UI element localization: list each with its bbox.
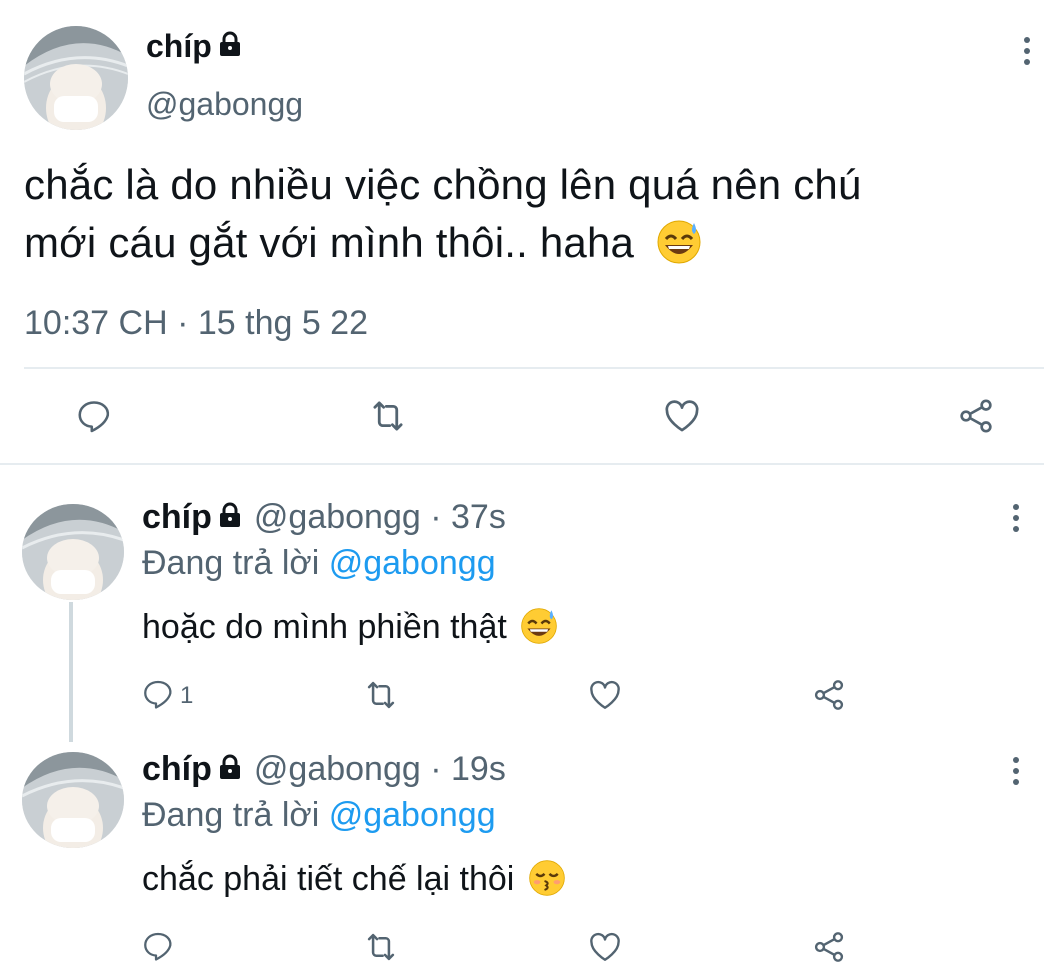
retweet-icon — [373, 401, 403, 431]
like-button[interactable] — [586, 676, 624, 714]
lock-icon — [219, 31, 240, 56]
display-name[interactable]: chíp — [146, 28, 212, 64]
replying-prefix: Đang trả lời — [142, 544, 320, 582]
more-options-icon[interactable] — [1024, 37, 1032, 70]
more-options-icon[interactable] — [1013, 504, 1021, 537]
retweet-button[interactable] — [366, 394, 410, 438]
share-button[interactable] — [810, 676, 848, 714]
display-name[interactable]: chíp — [142, 750, 212, 788]
retweet-icon — [367, 681, 395, 709]
like-button[interactable] — [586, 928, 624, 966]
handle[interactable]: @gabongg — [254, 750, 421, 788]
replying-to-link[interactable]: @gabongg — [329, 544, 496, 582]
avatar[interactable] — [24, 26, 128, 130]
reply-header: chíp @gabongg · 19s — [142, 749, 506, 789]
tweet-text-line-2: mới cáu gắt với mình thôi.. haha — [24, 214, 1039, 272]
reply-button[interactable] — [140, 676, 176, 712]
retweet-icon — [367, 933, 395, 961]
share-button[interactable] — [954, 394, 998, 438]
sweat-smile-emoji — [521, 608, 558, 644]
reply-time[interactable]: · 19s — [430, 750, 506, 788]
retweet-button[interactable] — [362, 928, 400, 966]
divider — [24, 367, 1044, 369]
reply-header: chíp @gabongg · 37s — [142, 497, 506, 537]
tweet-text: chắc là do nhiều việc chồng lên quá nên … — [24, 156, 1039, 272]
heart-icon — [590, 680, 620, 709]
thread-line — [69, 602, 73, 742]
like-button[interactable] — [660, 394, 704, 438]
reply-button[interactable] — [72, 394, 116, 438]
reply-text: hoặc do mình phiền thật — [142, 606, 558, 648]
heart-icon — [665, 400, 699, 432]
reply-button[interactable] — [140, 928, 176, 964]
reply-count: 1 — [180, 682, 194, 709]
lock-icon — [219, 754, 240, 779]
reply-time[interactable]: · 37s — [430, 498, 506, 536]
handle[interactable]: @gabongg — [254, 498, 421, 536]
retweet-button[interactable] — [362, 676, 400, 714]
replying-to-link[interactable]: @gabongg — [329, 796, 496, 834]
divider — [0, 463, 1044, 465]
heart-icon — [590, 932, 620, 961]
kissing-closed-eyes-emoji — [529, 860, 565, 896]
tweet-timestamp[interactable]: 10:37 CH · 15 thg 5 22 — [24, 303, 368, 343]
reply-text: chắc phải tiết chế lại thôi — [142, 858, 566, 900]
more-options-icon[interactable] — [1013, 757, 1021, 790]
replying-prefix: Đang trả lời — [142, 796, 320, 834]
replying-to: Đang trả lời @gabongg — [142, 795, 496, 835]
reply-icon — [78, 401, 110, 433]
tweet-text-line-1: chắc là do nhiều việc chồng lên quá nên … — [24, 161, 862, 208]
sweat-smile-emoji — [657, 220, 701, 264]
display-name[interactable]: chíp — [142, 498, 212, 536]
share-icon — [960, 399, 992, 433]
share-icon — [814, 680, 844, 710]
share-icon — [814, 932, 844, 962]
reply-icon — [144, 932, 172, 961]
avatar[interactable] — [22, 752, 124, 848]
reply-icon — [144, 680, 172, 709]
handle[interactable]: @gabongg — [146, 84, 303, 124]
replying-to: Đang trả lời @gabongg — [142, 543, 496, 583]
lock-icon — [219, 502, 240, 527]
share-button[interactable] — [810, 928, 848, 966]
avatar[interactable] — [22, 504, 124, 600]
